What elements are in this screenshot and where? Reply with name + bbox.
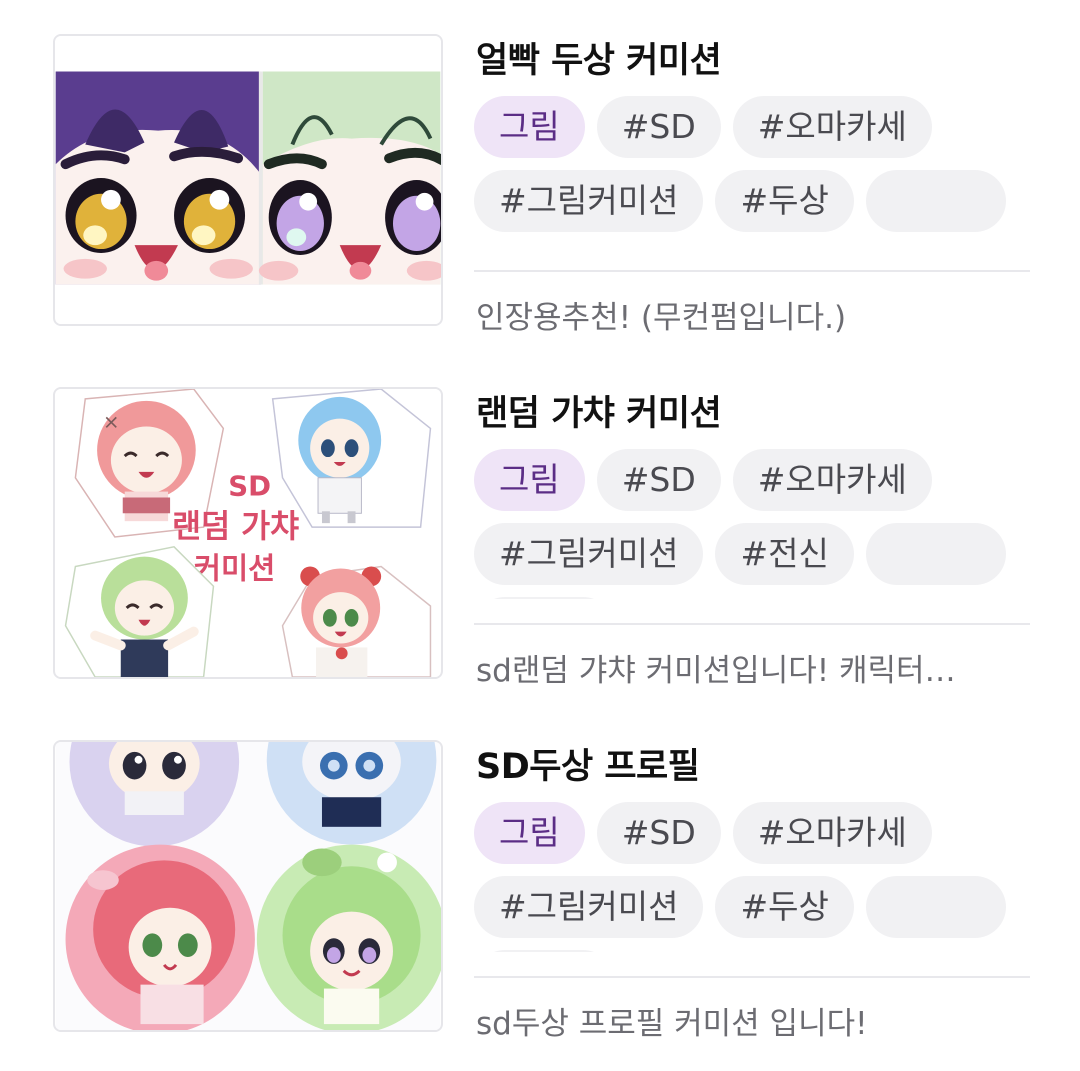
hashtag-overflow[interactable] xyxy=(865,170,1006,232)
commission-description: 인장용추천! (무컨펌입니다.) xyxy=(476,300,847,336)
commission-title[interactable]: 랜덤 가챠 커미션 xyxy=(476,389,722,439)
hashtag[interactable]: #SD xyxy=(596,449,721,511)
hashtag-overflow[interactable] xyxy=(865,876,1006,938)
tag-list: 그림 #SD #오마카세 #그림커미션 #전신 xyxy=(474,449,1030,599)
thumb-text-gacha: 랜덤 가챠 xyxy=(172,509,299,545)
hashtag[interactable]: #SD xyxy=(596,96,721,158)
tag-list: 그림 #SD #오마카세 #그림커미션 #두상 xyxy=(474,802,1030,952)
commission-description: sd랜덤 갸챠 커미션입니다! 캐릭터… xyxy=(476,653,956,689)
commission-title[interactable]: SD두상 프로필 xyxy=(476,742,700,792)
hashtag[interactable]: #그림커미션 xyxy=(474,876,704,938)
divider xyxy=(474,976,1030,978)
commission-card[interactable]: SD두상 프로필 그림 #SD #오마카세 #그림커미션 #두상 sd두상 프로… xyxy=(0,740,1080,1042)
chibi-faces-illustration xyxy=(55,36,441,324)
commission-list: 얼빡 두상 커미션 그림 #SD #오마카세 #그림커미션 #두상 인장용추천!… xyxy=(0,0,1080,1071)
thumb-text-sd: SD xyxy=(228,470,271,503)
divider xyxy=(474,270,1030,272)
hashtag[interactable]: #오마카세 xyxy=(732,802,932,864)
commission-title[interactable]: 얼빡 두상 커미션 xyxy=(476,36,722,86)
hashtag[interactable]: #그림커미션 xyxy=(474,170,704,232)
hashtag[interactable]: #오마카세 xyxy=(732,96,932,158)
hashtag[interactable]: #두상 xyxy=(715,876,854,938)
commission-thumbnail[interactable] xyxy=(53,34,443,326)
category-tag[interactable]: 그림 xyxy=(474,802,585,864)
commission-card[interactable]: 얼빡 두상 커미션 그림 #SD #오마카세 #그림커미션 #두상 인장용추천!… xyxy=(0,34,1080,336)
sd-profile-illustration xyxy=(55,742,441,1030)
hashtag[interactable]: #전신 xyxy=(715,523,854,585)
commission-info: 얼빡 두상 커미션 그림 #SD #오마카세 #그림커미션 #두상 인장용추천!… xyxy=(474,34,1030,336)
commission-description: sd두상 프로필 커미션 입니다! xyxy=(476,1006,868,1042)
commission-thumbnail[interactable]: × SD 랜덤 가챠 커미션 xyxy=(53,387,443,679)
hashtag[interactable]: #SD xyxy=(596,802,721,864)
commission-thumbnail[interactable] xyxy=(53,740,443,1032)
random-gacha-illustration: × SD 랜덤 가챠 커미션 xyxy=(55,389,441,677)
hashtag[interactable]: #그림커미션 xyxy=(474,523,704,585)
hashtag-overflow[interactable] xyxy=(474,950,614,952)
hashtag-overflow[interactable] xyxy=(865,523,1006,585)
tag-list: 그림 #SD #오마카세 #그림커미션 #두상 xyxy=(474,96,1030,246)
svg-text:×: × xyxy=(103,410,120,433)
divider xyxy=(474,623,1030,625)
commission-card[interactable]: × SD 랜덤 가챠 커미션 랜덤 가챠 커미션 그림 #SD #오마카세 #그… xyxy=(0,387,1080,689)
hashtag-overflow[interactable] xyxy=(474,597,614,599)
hashtag[interactable]: #오마카세 xyxy=(732,449,932,511)
commission-info: 랜덤 가챠 커미션 그림 #SD #오마카세 #그림커미션 #전신 sd랜덤 갸… xyxy=(474,387,1030,689)
commission-info: SD두상 프로필 그림 #SD #오마카세 #그림커미션 #두상 sd두상 프로… xyxy=(474,740,1030,1042)
hashtag[interactable]: #두상 xyxy=(715,170,854,232)
category-tag[interactable]: 그림 xyxy=(474,96,585,158)
category-tag[interactable]: 그림 xyxy=(474,449,585,511)
